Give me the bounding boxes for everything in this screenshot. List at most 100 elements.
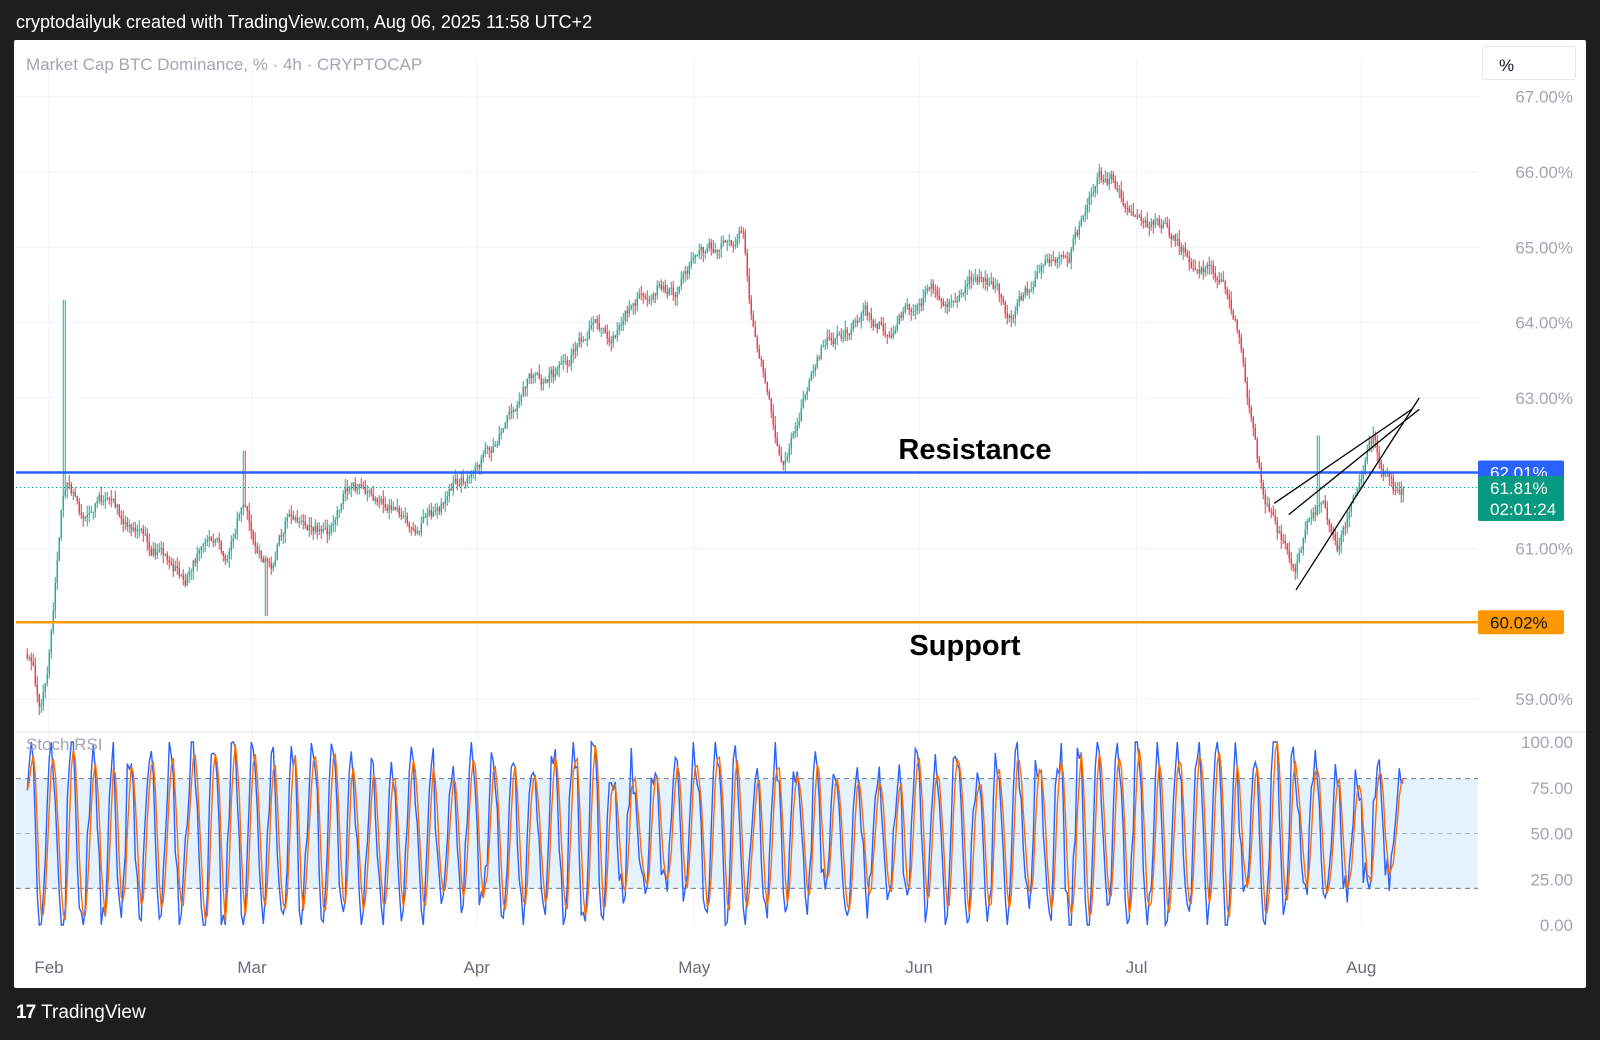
candle-body [1328,519,1330,525]
candle-body [424,517,426,519]
candle-body [844,329,846,338]
candle-body [404,515,406,517]
candle-body [1166,222,1168,227]
candle-body [1346,518,1348,528]
candle-body [1278,531,1280,533]
candle-body [1292,564,1294,568]
candle-body [32,661,34,666]
candle-body [288,514,290,518]
candle-body [1006,313,1008,319]
candle-body [40,704,42,707]
candle-body [116,504,118,508]
candle-body [242,504,244,509]
candle-body [592,322,594,326]
candle-body [82,514,84,519]
candle-body [338,510,340,512]
candle-body [244,504,246,507]
candle-body [658,284,660,286]
candle-body [668,288,670,295]
candle-body [798,421,800,426]
candle-body [746,253,748,276]
candle-body [470,473,472,477]
candle-body [46,673,48,684]
candle-body [562,361,564,363]
candle-body [48,652,50,674]
candle-body [654,294,656,296]
candle-body [1306,520,1308,530]
candle-body [546,379,548,383]
candle-body [248,510,250,523]
candle-body [874,323,876,327]
candle-body [1060,254,1062,257]
candle-body [1300,550,1302,553]
candle-body [356,488,358,491]
candle-body [678,286,680,293]
candle-body [656,285,658,296]
candle-body [936,289,938,296]
candle-body [710,242,712,249]
candle-body [598,322,600,330]
candle-body [1124,205,1126,209]
candle-body [408,523,410,528]
candle-body [1218,280,1220,283]
candle-body [1096,177,1098,187]
candle-body [642,294,644,296]
candle-body [666,292,668,295]
candle-body [426,514,428,518]
chart-canvas[interactable]: Feb Mar Apr May Jun Jul Aug 67.00% 66.00% 65.00% 6… [0,0,1600,1040]
candle-body [708,242,710,248]
candle-body [1128,208,1130,213]
candle-body [952,301,954,303]
candle-body [1256,439,1258,459]
candle-body [388,505,390,511]
candle-body [454,478,456,483]
candle-body [50,631,52,653]
candle-body [1314,512,1316,515]
candle-body [90,511,92,513]
candle-body [632,303,634,307]
candle-body [526,378,528,388]
candle-body [622,320,624,326]
candle-body [1396,490,1398,492]
candle-body [274,559,276,566]
candle-body [886,335,888,337]
stoch-y-tick-label: 100.00 [1521,733,1573,752]
resistance-annotation: Resistance [898,434,1051,466]
candle-body [192,560,194,572]
candle-body [618,325,620,331]
candle-body [648,299,650,301]
candle-body [442,503,444,505]
candle-body [1018,296,1020,303]
candle-body [158,549,160,552]
unit-toggle-button[interactable]: % [1482,46,1576,80]
candle-body [958,294,960,301]
candle-body [852,320,854,330]
candle-body [58,537,60,561]
candle-body [560,362,562,365]
candle-body [344,487,346,494]
y-tick-label: 67.00% [1515,88,1573,107]
candle-body [744,232,746,254]
candle-body [1008,315,1010,319]
tradingview-logo[interactable]: 17 TradingView [16,1002,146,1024]
candle-body [452,482,454,491]
candle-body [148,542,150,549]
candle-body [760,358,762,360]
candle-body [862,309,864,315]
candle-body [66,482,68,490]
candle-body [318,529,320,532]
candle-body [1250,407,1252,418]
candle-body [364,487,366,494]
candle-body [596,319,598,323]
candle-body [766,382,768,392]
support-price-label: 60.02% [1490,613,1548,632]
candle-body [1184,247,1186,253]
candle-body [94,503,96,512]
candle-body [682,274,684,280]
candle-body [834,338,836,344]
candle-body [802,398,804,408]
candle-body [538,373,540,379]
candle-body [44,683,46,693]
candle-body [750,299,752,316]
candle-body [518,401,520,405]
